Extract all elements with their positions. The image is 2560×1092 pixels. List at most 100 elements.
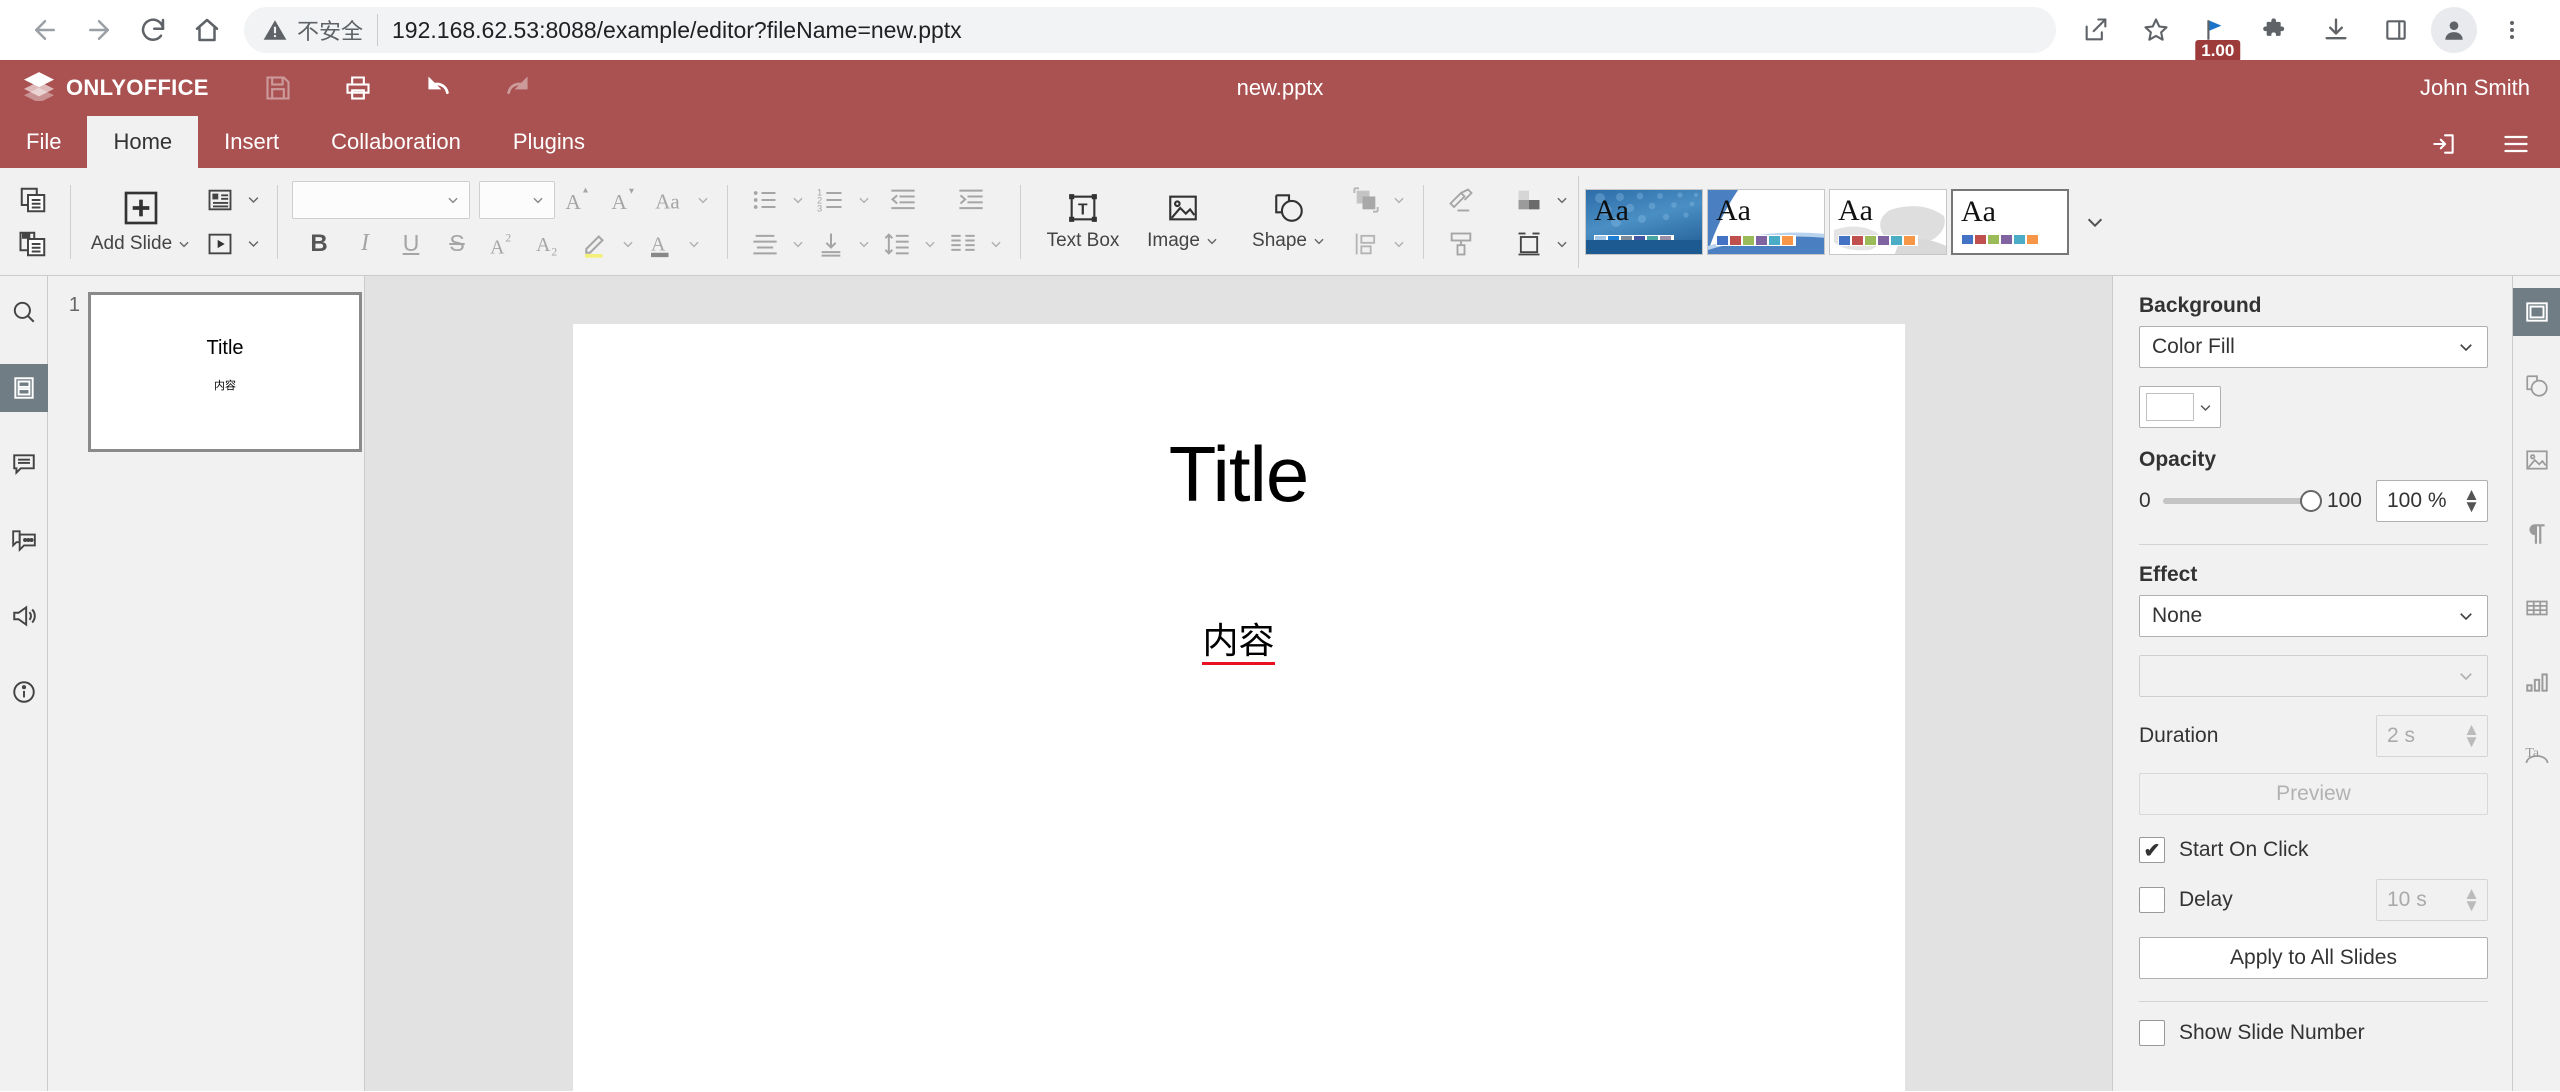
tab-file[interactable]: File [0,116,87,168]
slide-thumbnail[interactable]: Title 内容 [88,292,362,452]
delay-spinner[interactable]: 10 s ▲ ▼ [2376,879,2488,921]
text-box-button[interactable]: T Text Box [1035,176,1131,268]
three-dot-menu-icon[interactable] [2487,5,2537,55]
slide-thumbnail-panel[interactable]: 1 Title 内容 [48,276,365,1091]
opacity-slider-handle[interactable] [2299,490,2322,512]
slide-body-text[interactable]: 内容 [573,612,1905,665]
start-on-click-checkbox[interactable]: ✔ [2139,837,2165,863]
tab-home[interactable]: Home [87,116,199,168]
add-slide-button[interactable]: Add Slide [85,176,197,268]
slide-body-spellcheck-text[interactable]: 内容 [1202,620,1275,665]
bold-button[interactable]: B [296,222,342,266]
puzzle-extensions-icon[interactable] [2251,5,2301,55]
theme-blank[interactable]: Aa [1951,188,2069,255]
address-bar[interactable]: 不安全 192.168.62.53:8088/example/editor?fi… [244,7,2056,53]
background-fill-select[interactable]: Color Fill [2139,326,2488,368]
slide-size-icon[interactable] [1506,222,1552,266]
increase-font-size-icon[interactable]: A [555,178,601,222]
font-color-chevron-down-icon[interactable] [684,222,704,266]
effect-variant-select[interactable] [2139,655,2488,697]
spinner-arrows-icon[interactable]: ▲ ▼ [2463,486,2480,515]
panel-item-slide-settings[interactable] [2512,288,2560,336]
opacity-slider[interactable] [2162,490,2322,512]
bullets-chevron-down-icon[interactable] [788,178,808,222]
sidebar-item-search[interactable] [0,288,48,336]
slide-editor[interactable]: Title 内容 [572,324,1905,1091]
panel-item-textart-settings[interactable]: Ta [2513,732,2560,780]
theme-gray-rock[interactable]: Aa [1829,188,1947,255]
panel-item-shape-settings[interactable] [2513,362,2560,410]
arrange-shape-icon[interactable] [1343,178,1389,222]
more-themes-chevron-down-icon[interactable] [2073,176,2117,268]
delay-row[interactable]: Delay 10 s ▲ ▼ [2139,879,2488,921]
color-scheme-icon[interactable] [1506,178,1552,222]
decrease-font-size-icon[interactable]: A [601,178,647,222]
panel-item-paragraph-settings[interactable] [2513,510,2560,558]
start-on-click-row[interactable]: ✔ Start On Click [2139,837,2488,863]
show-slide-number-checkbox[interactable] [2139,1020,2165,1046]
sidepanel-icon[interactable] [2371,5,2421,55]
columns-icon[interactable] [940,222,986,266]
show-slide-number-row[interactable]: Show Slide Number [2139,1020,2488,1046]
color-scheme-chevron-down-icon[interactable] [1552,178,1572,222]
slide-canvas-area[interactable]: Title 内容 [365,276,2112,1091]
onlyoffice-logo[interactable]: ONLYOFFICE [0,71,250,106]
background-color-picker[interactable] [2139,386,2221,428]
change-layout-chevron-down-icon[interactable] [243,178,263,222]
panel-item-image-settings[interactable] [2513,436,2560,484]
start-slideshow-icon[interactable] [197,222,243,266]
superscript-button[interactable]: A2 [480,222,526,266]
change-layout-icon[interactable] [197,178,243,222]
home-icon[interactable] [180,3,234,57]
forward-icon[interactable] [72,3,126,57]
apply-to-all-slides-button[interactable]: Apply to All Slides [2139,937,2488,979]
font-size-input[interactable] [479,180,555,219]
flag-extension-icon[interactable]: 1.00 [2191,5,2241,62]
increase-indent-icon[interactable] [948,178,994,222]
tab-plugins[interactable]: Plugins [487,116,611,168]
change-case-icon[interactable]: Aa [647,178,693,222]
download-icon[interactable] [2311,5,2361,55]
user-name-label[interactable]: John Smith [2420,75,2530,101]
align-shape-chevron-down-icon[interactable] [1389,222,1409,266]
print-button[interactable] [330,60,386,116]
profile-avatar-icon[interactable] [2431,7,2477,53]
align-shape-icon[interactable] [1343,222,1389,266]
panel-item-table-settings[interactable] [2513,584,2560,632]
sidebar-item-comments[interactable] [0,440,48,488]
save-button[interactable] [250,60,306,116]
change-case-chevron-down-icon[interactable] [693,178,713,222]
list-item[interactable]: 1 Title 内容 [60,292,364,452]
view-settings-icon[interactable] [2488,116,2544,172]
share-icon[interactable] [2071,5,2121,55]
copy-icon[interactable] [10,178,56,222]
redo-button[interactable] [490,60,546,116]
strikethrough-button[interactable]: S [434,222,480,266]
effect-select[interactable]: None [2139,595,2488,637]
italic-button[interactable]: I [342,222,388,266]
line-spacing-icon[interactable] [874,222,920,266]
vertical-align-chevron-down-icon[interactable] [854,222,874,266]
tab-collaboration[interactable]: Collaboration [305,116,487,168]
sidebar-item-feedback[interactable] [0,592,48,640]
vertical-align-icon[interactable] [808,222,854,266]
clear-style-eraser-icon[interactable] [1438,178,1484,222]
shape-button[interactable]: Shape [1235,176,1343,268]
reload-icon[interactable] [126,3,180,57]
sidebar-item-about[interactable] [0,668,48,716]
numbering-icon[interactable]: 123 [808,178,854,222]
decrease-indent-icon[interactable] [880,178,926,222]
spinner-arrows-icon[interactable]: ▲ ▼ [2463,721,2480,750]
panel-item-chart-settings[interactable] [2513,658,2560,706]
back-icon[interactable] [18,3,72,57]
slide-size-chevron-down-icon[interactable] [1552,222,1572,266]
columns-chevron-down-icon[interactable] [986,222,1006,266]
delay-checkbox[interactable] [2139,887,2165,913]
bookmark-star-icon[interactable] [2131,5,2181,55]
copy-style-icon[interactable] [1438,222,1484,266]
image-button[interactable]: Image [1131,176,1235,268]
theme-dots-blue[interactable]: Aa [1585,188,1703,255]
arrange-chevron-down-icon[interactable] [1389,178,1409,222]
sidebar-item-slides[interactable] [0,364,48,412]
start-slideshow-chevron-down-icon[interactable] [243,222,263,266]
